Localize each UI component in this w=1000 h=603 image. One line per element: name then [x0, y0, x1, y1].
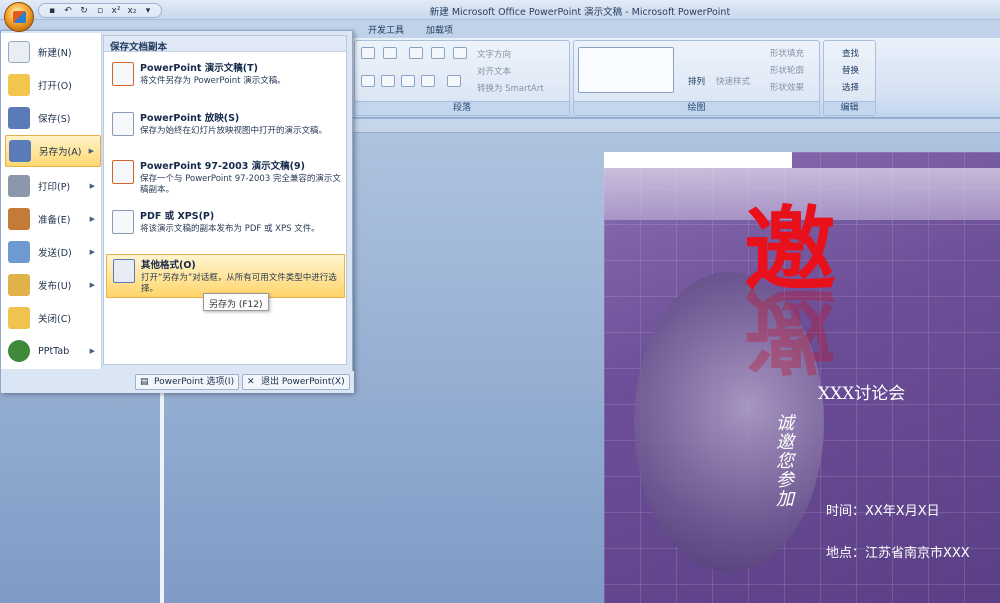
shape-effects-button[interactable]: 形状效果 [770, 81, 804, 93]
options-icon: ▤ [140, 377, 149, 387]
exit-powerpoint-button[interactable]: ✕ 退出 PowerPoint(X) [242, 374, 350, 390]
submenu-arrow-icon: ▶ [89, 182, 95, 190]
pdf-file-icon [112, 210, 134, 234]
slide-time[interactable]: 时间：XX年X月X日 [826, 500, 940, 519]
pptx-file-icon [112, 62, 134, 86]
select-button[interactable]: 选择 [842, 81, 859, 93]
save-icon [8, 107, 30, 129]
save-as-dialog-icon [113, 259, 135, 283]
menu-item-open[interactable]: 打开(O) [5, 69, 101, 101]
office-menu-footer: ▤ PowerPoint 选项(I) ✕ 退出 PowerPoint(X) [1, 371, 354, 393]
submenu-arrow-icon: ▶ [89, 248, 95, 256]
superscript-icon[interactable]: x² [109, 5, 123, 17]
send-icon [8, 241, 30, 263]
submenu-title: 保存文档副本 [104, 36, 346, 53]
shapes-gallery[interactable] [578, 47, 674, 93]
menu-item-close[interactable]: 关闭(C) [5, 302, 101, 334]
open-folder-icon [8, 74, 30, 96]
save-as-show[interactable]: PowerPoint 放映(S) 保存为始终在幻灯片放映视图中打开的演示文稿。 [106, 108, 345, 152]
slide-title[interactable]: XXX讨论会 [818, 379, 905, 404]
slideshow-file-icon [112, 112, 134, 136]
save-as-other-formats[interactable]: 其他格式(O) 打开“另存为”对话框，从所有可用文件类型中进行选择。 [106, 254, 345, 298]
powerpoint-options-button[interactable]: ▤ PowerPoint 选项(I) [135, 374, 240, 390]
paragraph-group: 文字方向 对齐文本 转换为 SmartArt 段落 [354, 40, 570, 116]
shape-outline-button[interactable]: 形状轮廓 [770, 64, 804, 76]
save-as-ppt-97[interactable]: PowerPoint 97-2003 演示文稿(9) 保存一个与 PowerPo… [106, 156, 345, 200]
save-as-tooltip: 另存为 (F12) [203, 293, 269, 311]
print-preview-icon[interactable]: ▫ [93, 5, 107, 17]
paragraph-group-label: 段落 [355, 101, 569, 115]
tab-developer[interactable]: 开发工具 [368, 23, 404, 36]
vertical-calligraphy: 诚邀您参加 [776, 413, 794, 510]
redo-icon[interactable]: ↻ [77, 5, 91, 17]
menu-item-publish[interactable]: 发布(U) ▶ [5, 269, 101, 301]
submenu-arrow-icon: ▶ [89, 281, 95, 289]
submenu-arrow-icon: ▶ [89, 347, 95, 355]
tab-addins[interactable]: 加载项 [426, 23, 453, 36]
submenu-arrow-icon: ▶ [88, 147, 94, 155]
save-as-icon [9, 140, 31, 162]
menu-item-print[interactable]: 打印(P) ▶ [5, 170, 101, 202]
drawing-group-label: 绘图 [574, 101, 819, 115]
subscript-icon[interactable]: x₂ [125, 5, 139, 17]
menu-item-prepare[interactable]: 准备(E) ▶ [5, 203, 101, 235]
save-as-pptx[interactable]: PowerPoint 演示文稿(T) 将文件另存为 PowerPoint 演示文… [106, 58, 345, 102]
drawing-group: 排列 快速样式 形状填充 形状轮廓 形状效果 绘图 [573, 40, 820, 116]
slide-white-strip [604, 152, 792, 168]
undo-icon[interactable]: ↶ [61, 5, 75, 17]
convert-smartart-button[interactable]: 转换为 SmartArt [477, 82, 544, 94]
menu-item-new[interactable]: 新建(N) [5, 36, 101, 68]
align-text-button[interactable]: 对齐文本 [477, 65, 511, 77]
editing-group: 查找 替换 选择 编辑 [823, 40, 876, 116]
office-button[interactable] [4, 2, 34, 32]
office-logo-icon [13, 11, 26, 23]
slide-place[interactable]: 地点：江苏省南京市XXX [826, 542, 970, 561]
office-menu: 新建(N) 打开(O) 保存(S) 另存为(A) ▶ 打印(P) ▶ 准备(E)… [0, 30, 354, 393]
quick-access-toolbar: ▪ ↶ ↻ ▫ x² x₂ ▾ [38, 3, 162, 18]
prepare-icon [8, 208, 30, 230]
text-direction-button[interactable]: 文字方向 [477, 48, 511, 60]
publish-icon [8, 274, 30, 296]
quick-styles-button[interactable]: 快速样式 [716, 75, 750, 87]
qat-dropdown-icon[interactable]: ▾ [141, 5, 155, 17]
menu-item-save[interactable]: 保存(S) [5, 102, 101, 134]
ppt97-file-icon [112, 160, 134, 184]
new-document-icon [8, 41, 30, 63]
menu-item-save-as[interactable]: 另存为(A) ▶ [5, 135, 101, 167]
find-button[interactable]: 查找 [842, 47, 859, 59]
exit-icon: ✕ [247, 377, 255, 387]
save-as-submenu: 保存文档副本 PowerPoint 演示文稿(T) 将文件另存为 PowerPo… [103, 35, 347, 365]
editing-group-label: 编辑 [824, 101, 875, 115]
menu-item-ppttab[interactable]: PPtTab ▶ [5, 335, 101, 367]
submenu-arrow-icon: ▶ [89, 215, 95, 223]
close-folder-icon [8, 307, 30, 329]
ppttab-icon [8, 340, 30, 362]
office-menu-commands: 新建(N) 打开(O) 保存(S) 另存为(A) ▶ 打印(P) ▶ 准备(E)… [1, 33, 102, 369]
replace-button[interactable]: 替换 [842, 64, 859, 76]
printer-icon [8, 175, 30, 197]
shape-fill-button[interactable]: 形状填充 [770, 47, 804, 59]
save-as-pdf-xps[interactable]: PDF 或 XPS(P) 将该演示文稿的副本发布为 PDF 或 XPS 文件。 [106, 206, 345, 250]
slide-canvas[interactable]: 邀 邀 诚邀您参加 XXX讨论会 时间：XX年X月X日 地点：江苏省南京市XXX [604, 152, 1000, 603]
arrange-button[interactable]: 排列 [688, 75, 705, 87]
save-icon[interactable]: ▪ [45, 5, 59, 17]
menu-item-send[interactable]: 发送(D) ▶ [5, 236, 101, 268]
